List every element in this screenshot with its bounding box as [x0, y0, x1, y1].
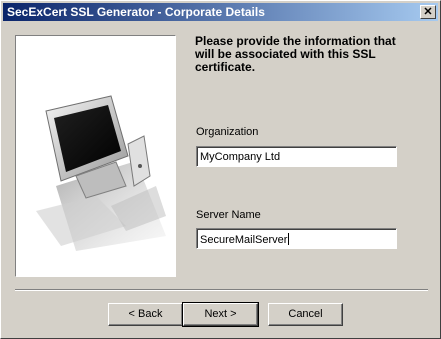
- cancel-button[interactable]: Cancel: [268, 303, 343, 326]
- text-caret: [288, 233, 290, 245]
- back-button[interactable]: < Back: [108, 303, 183, 326]
- server-name-value: SecureMailServer: [200, 234, 288, 246]
- computer-monitor-illustration: [36, 95, 166, 251]
- intro-heading: Please provide the information that will…: [195, 34, 396, 74]
- footer-separator: [15, 289, 428, 291]
- window-title: SecExCert SSL Generator - Corporate Deta…: [7, 5, 265, 19]
- close-icon: ✕: [423, 6, 433, 18]
- organization-label: Organization: [196, 126, 259, 138]
- next-button[interactable]: Next >: [182, 302, 259, 327]
- title-bar[interactable]: SecExCert SSL Generator - Corporate Deta…: [3, 3, 438, 21]
- server-name-label: Server Name: [196, 209, 261, 221]
- server-name-field[interactable]: SecureMailServer: [196, 228, 397, 249]
- wizard-illustration-panel: [15, 35, 176, 277]
- close-button[interactable]: ✕: [420, 5, 436, 19]
- organization-field[interactable]: MyCompany Ltd: [196, 146, 397, 167]
- wizard-window: SecExCert SSL Generator - Corporate Deta…: [0, 0, 441, 339]
- organization-value: MyCompany Ltd: [200, 151, 281, 163]
